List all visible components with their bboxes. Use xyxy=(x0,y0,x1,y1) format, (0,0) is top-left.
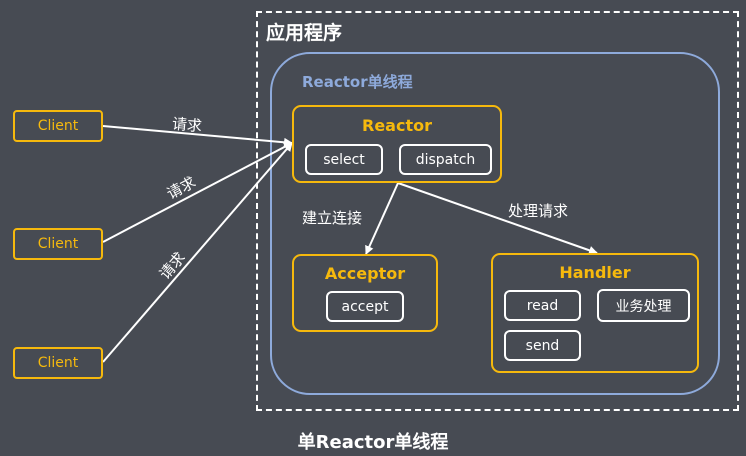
read-method: read xyxy=(504,290,581,321)
request-arrow-2 xyxy=(102,142,293,243)
request-label-1: 请求 xyxy=(171,114,203,136)
request-arrow-3 xyxy=(102,142,293,363)
send-method: send xyxy=(504,330,581,361)
connect-label: 建立连接 xyxy=(302,209,363,227)
client-box-2: Client xyxy=(13,228,103,260)
client-box-1: Client xyxy=(13,110,103,142)
reactor-title: Reactor xyxy=(362,116,432,135)
handler-title: Handler xyxy=(559,263,631,282)
diagram-caption: 单Reactor单线程 xyxy=(297,432,449,453)
connection-arrows xyxy=(102,125,598,363)
business-logic-method: 业务处理 xyxy=(597,289,690,322)
dispatch-method: dispatch xyxy=(399,144,492,175)
client-box-3: Client xyxy=(13,347,103,379)
acceptor-title: Acceptor xyxy=(324,264,406,283)
connect-arrow xyxy=(365,182,399,255)
handle-label: 处理请求 xyxy=(508,202,569,220)
accept-method: accept xyxy=(326,291,404,322)
select-method: select xyxy=(305,144,383,175)
